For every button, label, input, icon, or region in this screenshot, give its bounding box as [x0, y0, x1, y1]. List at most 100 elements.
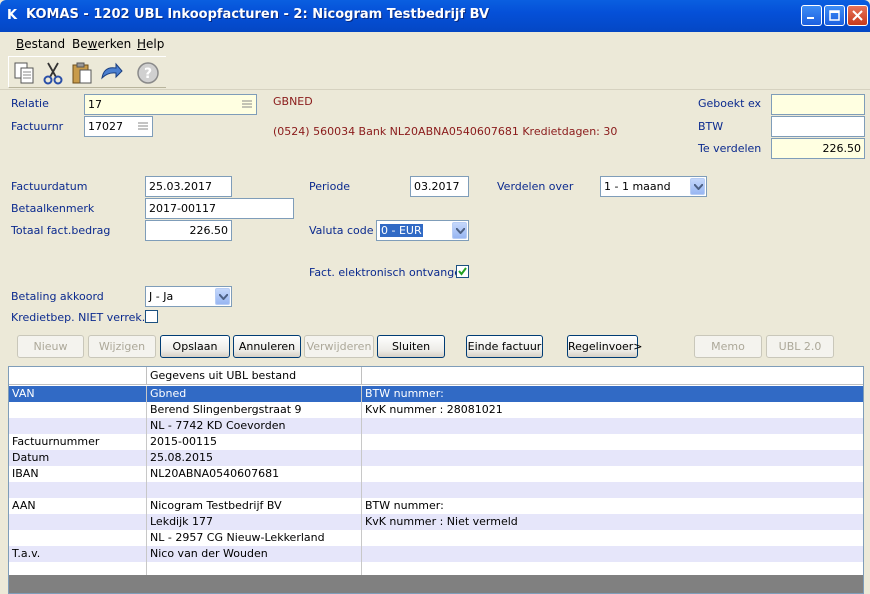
valuta-value: 0 - EUR [380, 224, 423, 237]
btw-label: BTW [698, 120, 724, 133]
table-cell: Lekdijk 177 [147, 514, 362, 530]
grid-header-cell[interactable] [362, 367, 863, 385]
table-cell [362, 418, 863, 434]
table-cell: Datum [9, 450, 147, 466]
menu-bewerken[interactable]: Bewerken [72, 37, 131, 51]
valuta-select[interactable]: 0 - EUR [376, 220, 469, 241]
kredietbep-label: Kredietbep. NIET verrek. [11, 311, 146, 324]
table-cell [9, 418, 147, 434]
menu-help[interactable]: Help [137, 37, 164, 51]
paste-button[interactable] [69, 60, 95, 86]
grid-header: Gegevens uit UBL bestand [9, 367, 863, 385]
lookup-icon[interactable] [239, 96, 255, 113]
betaling-select[interactable]: J - Ja [145, 286, 232, 307]
toolbar-separator [0, 89, 870, 90]
dropdown-button[interactable] [690, 178, 705, 195]
table-cell [362, 482, 863, 498]
factuurnr-value: 17027 [88, 120, 123, 133]
table-cell: Berend Slingenbergstraat 9 [147, 402, 362, 418]
nieuw-button[interactable]: Nieuw [17, 335, 84, 358]
cut-button[interactable] [40, 60, 66, 86]
cut-icon [43, 62, 63, 85]
table-cell: KvK nummer : Niet vermeld [365, 515, 518, 528]
ubl-button[interactable]: UBL 2.0 [766, 335, 834, 358]
undo-button[interactable] [98, 60, 124, 86]
verwijderen-button[interactable]: Verwijderen [304, 335, 374, 358]
close-icon [852, 10, 863, 21]
maximize-button[interactable] [824, 5, 845, 26]
regelinvoer-button[interactable]: Regelinvoer> [567, 335, 643, 358]
wijzigen-button[interactable]: Wijzigen [88, 335, 156, 358]
geboekt-label: Geboekt ex [698, 97, 762, 110]
table-cell: 2015-00115 [147, 434, 362, 450]
annuleren-button[interactable]: Annuleren [233, 335, 301, 358]
close-button[interactable] [847, 5, 868, 26]
totaal-field[interactable]: 226.50 [145, 220, 232, 241]
komas-app-icon[interactable]: K [7, 9, 21, 23]
table-cell: Factuurnummer [9, 434, 147, 450]
te-verdelen-field[interactable]: 226.50 [771, 138, 865, 159]
totaal-label: Totaal fact.bedrag [11, 224, 111, 237]
table-cell: NL - 2957 CG Nieuw-Lekkerland [147, 530, 362, 546]
btw-field[interactable] [771, 116, 865, 137]
table-cell: AAN [9, 498, 147, 514]
table-cell: Nicogram Testbedrijf BV [147, 498, 362, 514]
checkmark-icon [458, 267, 467, 276]
table-row[interactable]: Lekdijk 177 KvK nummer : Niet vermeld [9, 514, 863, 530]
menu-bestand[interactable]: Bestand [16, 37, 65, 51]
einde-factuur-button[interactable]: Einde factuur [466, 335, 543, 358]
ubl-data-grid[interactable]: Gegevens uit UBL bestand VAN Gbned BTW num… [8, 366, 864, 594]
table-row[interactable]: Datum 25.08.2015 [9, 450, 863, 466]
table-row[interactable]: IBAN NL20ABNA0540607681 [9, 466, 863, 482]
opslaan-button[interactable]: Opslaan [160, 335, 230, 358]
betaalkenmerk-field[interactable]: 2017-00117 [145, 198, 294, 219]
sluiten-button[interactable]: Sluiten [377, 335, 445, 358]
table-row[interactable]: NL - 7742 KD Coevorden [9, 418, 863, 434]
verdelen-label: Verdelen over [497, 180, 574, 193]
table-row[interactable]: Factuurnummer 2015-00115 [9, 434, 863, 450]
table-row[interactable]: AAN Nicogram Testbedrijf BV BTW nummer: [9, 498, 863, 514]
copy-button[interactable] [12, 60, 38, 86]
relatie-field[interactable]: 17 [84, 94, 257, 115]
grid-footer-bar [9, 575, 863, 593]
table-row[interactable]: T.a.v. Nico van der Wouden [9, 546, 863, 562]
title-bar[interactable]: K KOMAS - 1202 UBL Inkoopfacturen - 2: N… [0, 0, 870, 32]
grid-header-cell[interactable] [9, 367, 147, 385]
factuurdatum-field[interactable]: 25.03.2017 [145, 176, 232, 197]
dropdown-button[interactable] [215, 288, 230, 305]
geboekt-field[interactable] [771, 94, 865, 115]
table-row[interactable] [9, 482, 863, 498]
relatie-value: 17 [88, 98, 102, 111]
grid-header-cell[interactable]: Gegevens uit UBL bestand [147, 367, 362, 385]
table-cell: 25.08.2015 [147, 450, 362, 466]
table-cell: T.a.v. [9, 546, 147, 562]
table-cell [362, 450, 863, 466]
table-cell [362, 434, 863, 450]
table-cell [9, 482, 147, 498]
help-button[interactable]: ? [135, 60, 161, 86]
table-cell [9, 402, 147, 418]
table-cell: VAN [9, 386, 147, 402]
table-cell: NL20ABNA0540607681 [147, 466, 362, 482]
periode-field[interactable]: 03.2017 [410, 176, 469, 197]
factuurnr-label: Factuurnr [11, 120, 64, 133]
table-cell: KvK nummer : 28081021 [365, 403, 503, 416]
elektronisch-checkbox[interactable] [456, 265, 469, 278]
undo-icon [101, 62, 123, 80]
factuurdatum-label: Factuurdatum [11, 180, 88, 193]
minimize-button[interactable] [801, 5, 822, 26]
verdelen-value: 1 - 1 maand [604, 180, 671, 193]
verdelen-select[interactable]: 1 - 1 maand [600, 176, 707, 197]
relation-code: GBNED [273, 95, 313, 108]
periode-label: Periode [309, 180, 351, 193]
lookup-icon[interactable] [135, 118, 151, 135]
table-row[interactable]: NL - 2957 CG Nieuw-Lekkerland [9, 530, 863, 546]
help-icon: ? [137, 62, 159, 84]
dropdown-button[interactable] [452, 222, 467, 239]
factuurnr-field[interactable]: 17027 [84, 116, 153, 137]
table-row[interactable]: Berend Slingenbergstraat 9 KvK nummer : 2… [9, 402, 863, 418]
memo-button[interactable]: Memo [694, 335, 762, 358]
table-row[interactable]: VAN Gbned BTW nummer: [9, 386, 863, 402]
kredietbep-checkbox[interactable] [145, 310, 158, 323]
svg-text:?: ? [144, 66, 152, 82]
